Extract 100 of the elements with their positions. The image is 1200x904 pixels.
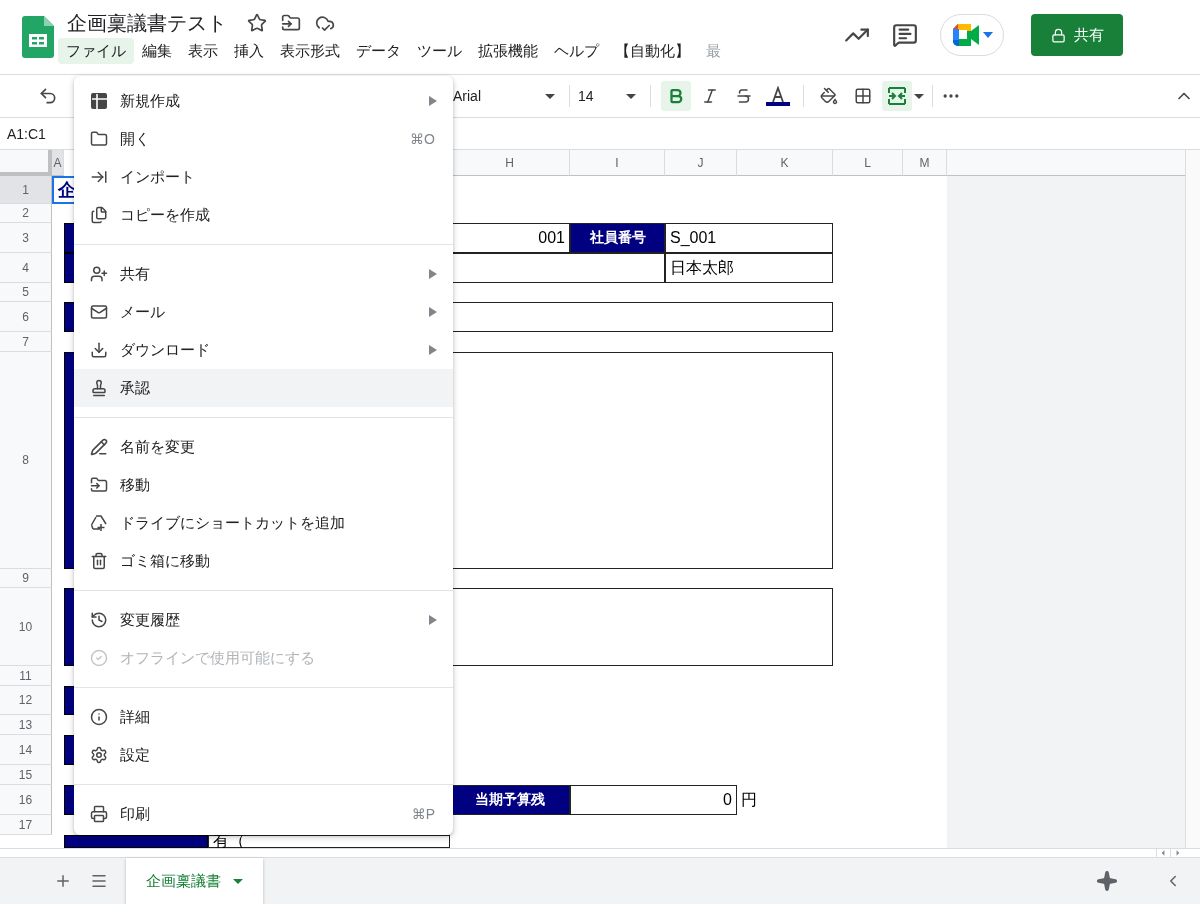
- share-button[interactable]: 共有: [1031, 14, 1123, 56]
- menu-item[interactable]: 移動: [74, 466, 453, 504]
- submenu-arrow-icon: [429, 307, 437, 317]
- undo-icon[interactable]: [38, 86, 58, 106]
- row-header[interactable]: 17: [0, 815, 52, 835]
- menu-item[interactable]: メール: [74, 293, 453, 331]
- add-sheet-icon[interactable]: [54, 872, 72, 890]
- row-header[interactable]: 16: [0, 785, 52, 815]
- menu-item[interactable]: インポート: [74, 158, 453, 196]
- text-color-swatch: [766, 102, 790, 106]
- menu-item[interactable]: コピーを作成: [74, 196, 453, 234]
- mail-icon: [90, 303, 108, 321]
- menu-item[interactable]: 共有: [74, 255, 453, 293]
- import-icon: [90, 168, 108, 186]
- menu-item[interactable]: 承認: [74, 369, 453, 407]
- menu-item[interactable]: ヘルプ: [546, 38, 607, 64]
- menu-item[interactable]: 印刷 ⌘P: [74, 795, 453, 833]
- sheet-tab[interactable]: 企画稟議書: [126, 858, 263, 904]
- bold-button[interactable]: [661, 81, 691, 111]
- row-header[interactable]: 4: [0, 253, 52, 283]
- document-title[interactable]: 企画稟議書テスト: [67, 10, 227, 36]
- borders-icon: [854, 87, 872, 105]
- row-header[interactable]: 11: [0, 666, 52, 686]
- menu-item[interactable]: ドライブにショートカットを追加: [74, 504, 453, 542]
- menu-item[interactable]: 新規作成: [74, 82, 453, 120]
- row-header[interactable]: 1: [0, 176, 52, 204]
- history-icon: [90, 611, 108, 629]
- name-box[interactable]: A1:C1: [7, 125, 46, 142]
- menu-item[interactable]: 設定: [74, 736, 453, 774]
- column-header[interactable]: H: [450, 150, 570, 176]
- menu-item[interactable]: ファイル: [58, 38, 134, 64]
- column-header[interactable]: L: [833, 150, 903, 176]
- submenu-arrow-icon: [429, 269, 437, 279]
- font-dropdown[interactable]: Arial: [453, 88, 561, 104]
- bold-icon: [667, 87, 685, 105]
- row-header[interactable]: 8: [0, 352, 52, 569]
- table-cell[interactable]: 当期予算残: [450, 785, 570, 815]
- row-header[interactable]: 15: [0, 765, 52, 785]
- pencil-icon: [90, 438, 108, 456]
- row-header[interactable]: 14: [0, 735, 52, 765]
- new-sheet-icon: [90, 92, 108, 110]
- menu-item[interactable]: 拡張機能: [470, 38, 546, 64]
- submenu-arrow-icon: [429, 345, 437, 355]
- copy-icon: [90, 206, 108, 224]
- all-sheets-icon[interactable]: [90, 872, 108, 890]
- menu-item[interactable]: ダウンロード: [74, 331, 453, 369]
- row-header[interactable]: 7: [0, 332, 52, 352]
- row-header[interactable]: 5: [0, 283, 52, 302]
- row-header[interactable]: 2: [0, 204, 52, 223]
- menu-item[interactable]: ツール: [409, 38, 470, 64]
- menu-item[interactable]: 【自動化】: [607, 38, 698, 64]
- menu-item[interactable]: 表示形式: [272, 38, 348, 64]
- folder-arrow-icon: [90, 476, 108, 494]
- trash-icon: [90, 552, 108, 570]
- row-header[interactable]: 10: [0, 588, 52, 666]
- table-cell[interactable]: 日本太郎: [665, 253, 833, 283]
- menu-item[interactable]: 挿入: [226, 38, 272, 64]
- move-folder-icon[interactable]: [281, 13, 301, 33]
- submenu-arrow-icon: [429, 615, 437, 625]
- font-size-dropdown[interactable]: 14: [578, 88, 642, 104]
- menu-item[interactable]: ゴミ箱に移動: [74, 542, 453, 580]
- row-header[interactable]: 12: [0, 686, 52, 715]
- comment-icon[interactable]: [892, 22, 918, 48]
- row-header[interactable]: 3: [0, 223, 52, 253]
- letter-a-icon: [769, 86, 787, 102]
- star-icon[interactable]: [247, 13, 267, 33]
- italic-icon: [701, 87, 719, 105]
- menu-item[interactable]: 表示: [180, 38, 226, 64]
- merge-cells-button[interactable]: [882, 81, 912, 111]
- menu-item[interactable]: 変更履歴: [74, 601, 453, 639]
- menu-item[interactable]: 詳細: [74, 698, 453, 736]
- caret-icon[interactable]: [914, 93, 924, 99]
- menu-item[interactable]: 開く ⌘O: [74, 120, 453, 158]
- stamp-icon: [90, 379, 108, 397]
- menu-item[interactable]: データ: [348, 38, 409, 64]
- sheets-logo-icon[interactable]: [22, 16, 54, 58]
- info-icon: [90, 708, 108, 726]
- cloud-check-icon[interactable]: [315, 13, 335, 33]
- row-header[interactable]: 6: [0, 302, 52, 332]
- row-header[interactable]: 13: [0, 715, 52, 735]
- merge-icon: [887, 87, 907, 105]
- menu-item[interactable]: 編集: [134, 38, 180, 64]
- caret-icon: [233, 878, 243, 884]
- column-header[interactable]: M: [903, 150, 947, 176]
- menu-item[interactable]: 名前を変更: [74, 428, 453, 466]
- caret-icon: [545, 93, 555, 99]
- row-header[interactable]: 9: [0, 569, 52, 588]
- column-header[interactable]: J: [665, 150, 737, 176]
- explore-icon[interactable]: [1096, 870, 1118, 892]
- table-cell[interactable]: 社員番号: [570, 223, 665, 253]
- table-cell[interactable]: 円: [737, 785, 833, 815]
- column-header[interactable]: K: [737, 150, 833, 176]
- submenu-arrow-icon: [429, 96, 437, 106]
- table-cell[interactable]: S_001: [665, 223, 833, 253]
- paint-bucket-icon: [820, 87, 838, 105]
- table-cell[interactable]: 0: [570, 785, 737, 815]
- vertical-scrollbar[interactable]: [1185, 150, 1200, 848]
- column-header[interactable]: A: [52, 150, 64, 176]
- table-cell[interactable]: 有（: [208, 835, 450, 848]
- column-header[interactable]: I: [570, 150, 665, 176]
